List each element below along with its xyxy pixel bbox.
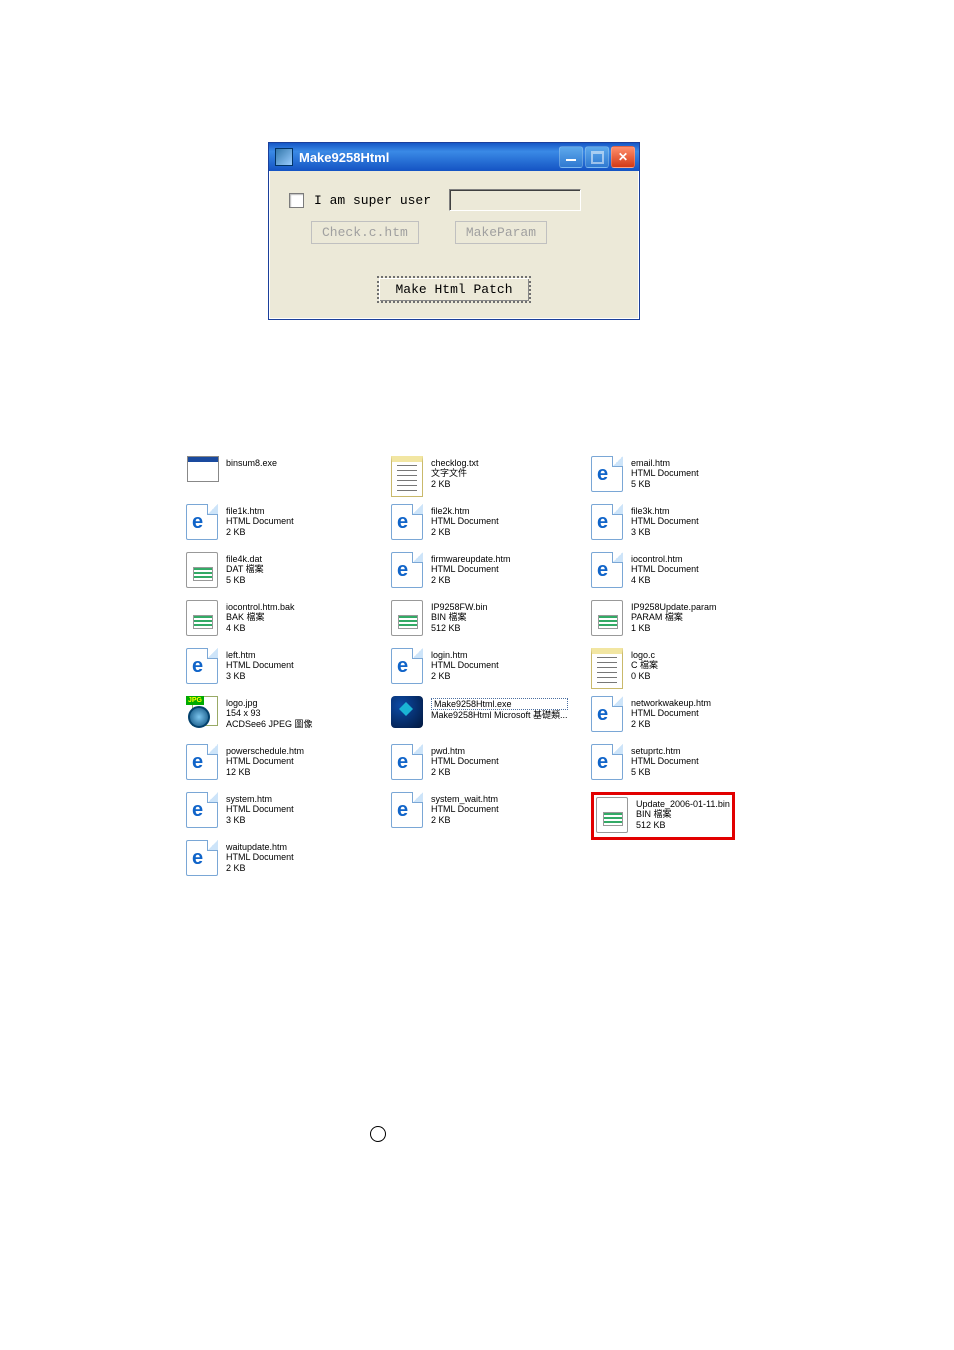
file-item[interactable]: Make9258Html.exeMake9258Html Microsoft 基… xyxy=(391,696,591,734)
file-label: login.htmHTML Document2 KB xyxy=(431,648,499,681)
file-item[interactable]: setuprtc.htmHTML Document5 KB xyxy=(591,744,791,782)
file-item[interactable]: IP9258FW.binBIN 檔案512 KB xyxy=(391,600,591,638)
file-label: iocontrol.htmHTML Document4 KB xyxy=(631,552,699,585)
file-item[interactable]: binsum8.exe xyxy=(186,456,386,494)
file-label: IP9258Update.paramPARAM 檔案1 KB xyxy=(631,600,717,633)
file-item[interactable]: left.htmHTML Document3 KB xyxy=(186,648,386,686)
file-label: checklog.txt文字文件2 KB xyxy=(431,456,479,489)
file-label: email.htmHTML Document5 KB xyxy=(631,456,699,489)
app-icon xyxy=(275,148,293,166)
dat-icon xyxy=(186,600,218,636)
file-label: left.htmHTML Document3 KB xyxy=(226,648,294,681)
mfc-icon xyxy=(391,696,423,728)
ie-icon xyxy=(391,744,423,780)
ie-icon xyxy=(186,504,218,540)
file-item[interactable]: file3k.htmHTML Document3 KB xyxy=(591,504,791,542)
file-item[interactable]: file2k.htmHTML Document2 KB xyxy=(391,504,591,542)
make-html-patch-button[interactable]: Make Html Patch xyxy=(377,276,530,303)
file-item[interactable]: iocontrol.htmHTML Document4 KB xyxy=(591,552,791,590)
makeparam-button: MakeParam xyxy=(455,221,547,244)
bin-icon xyxy=(391,600,423,636)
ie-icon xyxy=(591,696,623,732)
file-item[interactable]: Update_2006-01-11.binBIN 檔案512 KB xyxy=(591,792,791,840)
file-item[interactable]: logo.cC 檔案0 KB xyxy=(591,648,791,686)
super-user-label: I am super user xyxy=(314,193,431,208)
param-icon xyxy=(591,600,623,636)
highlighted-file: Update_2006-01-11.binBIN 檔案512 KB xyxy=(591,792,735,840)
file-label: logo.jpg154 x 93ACDSee6 JPEG 圖像 xyxy=(226,696,313,729)
exe-icon xyxy=(187,456,219,482)
window-title: Make9258Html xyxy=(299,150,389,165)
titlebar[interactable]: Make9258Html ✕ xyxy=(269,143,639,171)
file-label: firmwareupdate.htmHTML Document2 KB xyxy=(431,552,511,585)
bin-icon xyxy=(596,797,628,833)
file-item[interactable]: pwd.htmHTML Document2 KB xyxy=(391,744,591,782)
footer-circle xyxy=(370,1126,386,1142)
file-item[interactable]: waitupdate.htmHTML Document2 KB xyxy=(186,840,386,878)
ie-icon xyxy=(186,744,218,780)
maximize-button[interactable] xyxy=(585,146,609,168)
ie-icon xyxy=(591,552,623,588)
file-item[interactable]: networkwakeup.htmHTML Document2 KB xyxy=(591,696,791,734)
sunken-field xyxy=(449,189,581,211)
close-button[interactable]: ✕ xyxy=(611,146,635,168)
file-label: system_wait.htmHTML Document2 KB xyxy=(431,792,499,825)
file-item[interactable]: email.htmHTML Document5 KB xyxy=(591,456,791,494)
file-item[interactable]: firmwareupdate.htmHTML Document2 KB xyxy=(391,552,591,590)
file-label: file2k.htmHTML Document2 KB xyxy=(431,504,499,537)
minimize-button[interactable] xyxy=(559,146,583,168)
file-label: setuprtc.htmHTML Document5 KB xyxy=(631,744,699,777)
file-label: networkwakeup.htmHTML Document2 KB xyxy=(631,696,711,729)
file-label: waitupdate.htmHTML Document2 KB xyxy=(226,840,294,873)
file-item[interactable]: iocontrol.htm.bakBAK 檔案4 KB xyxy=(186,600,386,638)
super-user-checkbox[interactable] xyxy=(289,193,304,208)
ie-icon xyxy=(391,792,423,828)
jpg-icon: JPG xyxy=(186,696,218,730)
file-item[interactable]: system.htmHTML Document3 KB xyxy=(186,792,386,830)
file-item[interactable]: file4k.datDAT 檔案5 KB xyxy=(186,552,386,590)
ie-icon xyxy=(391,552,423,588)
file-item[interactable]: powerschedule.htmHTML Document12 KB xyxy=(186,744,386,782)
file-label: file4k.datDAT 檔案5 KB xyxy=(226,552,264,585)
file-label: Make9258Html.exeMake9258Html Microsoft 基… xyxy=(431,696,568,721)
ie-icon xyxy=(591,504,623,540)
file-label: logo.cC 檔案0 KB xyxy=(631,648,658,681)
txt-icon xyxy=(591,648,623,689)
ie-icon xyxy=(186,840,218,876)
dat-icon xyxy=(186,552,218,588)
file-label: iocontrol.htm.bakBAK 檔案4 KB xyxy=(226,600,295,633)
file-item[interactable]: login.htmHTML Document2 KB xyxy=(391,648,591,686)
file-label: file3k.htmHTML Document3 KB xyxy=(631,504,699,537)
file-item[interactable]: IP9258Update.paramPARAM 檔案1 KB xyxy=(591,600,791,638)
txt-icon xyxy=(391,456,423,497)
ie-icon xyxy=(391,648,423,684)
check-button: Check.c.htm xyxy=(311,221,419,244)
ie-icon xyxy=(591,744,623,780)
file-label: IP9258FW.binBIN 檔案512 KB xyxy=(431,600,488,633)
file-label: pwd.htmHTML Document2 KB xyxy=(431,744,499,777)
ie-icon xyxy=(186,792,218,828)
file-label: file1k.htmHTML Document2 KB xyxy=(226,504,294,537)
make9258html-dialog: Make9258Html ✕ I am super user Check.c.h… xyxy=(268,142,640,320)
file-label: Update_2006-01-11.binBIN 檔案512 KB xyxy=(636,797,730,835)
file-item[interactable]: file1k.htmHTML Document2 KB xyxy=(186,504,386,542)
file-item[interactable]: checklog.txt文字文件2 KB xyxy=(391,456,591,494)
file-label: system.htmHTML Document3 KB xyxy=(226,792,294,825)
ie-icon xyxy=(391,504,423,540)
ie-icon xyxy=(591,456,623,492)
file-item[interactable]: system_wait.htmHTML Document2 KB xyxy=(391,792,591,830)
ie-icon xyxy=(186,648,218,684)
file-item[interactable]: JPGlogo.jpg154 x 93ACDSee6 JPEG 圖像 xyxy=(186,696,386,734)
file-label: binsum8.exe xyxy=(226,456,277,468)
file-label: powerschedule.htmHTML Document12 KB xyxy=(226,744,304,777)
